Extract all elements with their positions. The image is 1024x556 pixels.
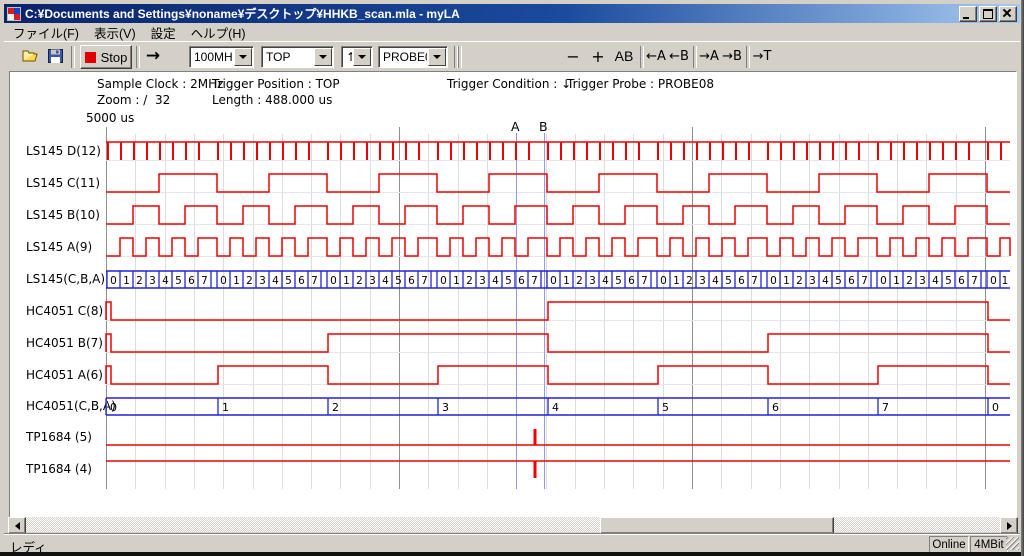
channel-label-8: HC4051(C,B,A): [26, 399, 116, 413]
menu-bar: ファイル(F) 表示(V) 設定 ヘルプ(H): [4, 23, 1024, 41]
channel-label-9: TP1684 (5): [26, 430, 92, 444]
trigger-probe-value: PROBE00: [379, 50, 427, 64]
cursor-a-label[interactable]: A: [511, 119, 520, 134]
channel-label-6: HC4051 B(7): [26, 336, 103, 350]
minimize-icon: [963, 17, 969, 19]
title-bar: C:¥Documents and Settings¥noname¥デスクトップ¥…: [4, 4, 1020, 23]
trigger-probe-combo[interactable]: PROBE00: [378, 46, 448, 68]
trigger-edge-value: ↑: [342, 50, 352, 64]
scroll-left-button[interactable]: [8, 517, 26, 534]
toolbar-separator: [71, 46, 75, 68]
window-bottom-edge: [0, 552, 1024, 556]
chevron-down-icon[interactable]: [314, 48, 332, 66]
open-file-button[interactable]: [18, 45, 42, 67]
save-button[interactable]: [43, 45, 67, 67]
channel-label-7: HC4051 A(6): [26, 368, 103, 382]
status-bar: レディ Online 4MBit: [4, 533, 1020, 553]
maximize-icon: [983, 9, 993, 19]
maximize-button[interactable]: [979, 6, 997, 22]
run-arrow-icon: →: [146, 46, 160, 66]
channel-label-5: HC4051 C(8): [26, 304, 103, 318]
zoom-info: Zoom : / 32: [97, 93, 170, 107]
cursor-b-label[interactable]: B: [539, 119, 548, 134]
zoom-in-button[interactable]: +: [587, 45, 609, 67]
window-title: C:¥Documents and Settings¥noname¥デスクトップ¥…: [25, 5, 460, 22]
set-cursor-b-button[interactable]: →B: [720, 45, 744, 67]
open-folder-icon: [22, 49, 39, 63]
zoom-ab-button[interactable]: AB: [611, 45, 637, 67]
online-status-badge: Online: [929, 536, 969, 553]
toolbar: Stop → 100MHz TOP ↑ PROBE00 − + AB ←A: [4, 41, 1020, 71]
triangle-left-icon: [15, 522, 20, 530]
stop-icon: [85, 52, 96, 63]
goto-cursor-a-button[interactable]: ←A: [644, 45, 668, 67]
time-scale-label: 5000 us: [86, 111, 134, 125]
channel-label-1: LS145 C(11): [26, 176, 100, 190]
trigger-probe-info: Trigger Probe : PROBE08: [567, 77, 714, 91]
set-cursor-a-button[interactable]: →A: [697, 45, 721, 67]
app-window: C:¥Documents and Settings¥noname¥デスクトップ¥…: [0, 0, 1024, 556]
channel-label-2: LS145 B(10): [26, 208, 100, 222]
stop-button[interactable]: Stop: [80, 45, 132, 69]
zoom-out-button[interactable]: −: [562, 45, 584, 67]
scrollbar-thumb[interactable]: [600, 517, 834, 534]
memory-status-badge: 4MBit: [970, 536, 1008, 553]
menu-file[interactable]: ファイル(F): [13, 23, 79, 42]
channel-label-3: LS145 A(9): [26, 240, 92, 254]
resize-grip[interactable]: [1006, 537, 1019, 550]
channel-label-10: TP1684 (4): [26, 462, 92, 476]
floppy-disk-icon: [48, 49, 63, 63]
run-button[interactable]: →: [140, 45, 166, 67]
goto-trigger-button[interactable]: →T: [750, 45, 774, 67]
scroll-right-button[interactable]: [1000, 517, 1018, 534]
toolbar-separator: [458, 46, 462, 68]
chevron-down-icon[interactable]: [428, 48, 446, 66]
trigger-condition-info: Trigger Condition : ↓: [447, 77, 571, 91]
triangle-right-icon: [1007, 522, 1012, 530]
trigger-position-value: TOP: [262, 50, 313, 64]
trigger-position-combo[interactable]: TOP: [261, 46, 334, 68]
channel-label-0: LS145 D(12): [26, 144, 101, 158]
menu-help[interactable]: ヘルプ(H): [191, 23, 246, 42]
sample-clock-info: Sample Clock : 2MHz: [97, 77, 223, 91]
chevron-down-icon[interactable]: [353, 48, 371, 66]
sample-clock-combo[interactable]: 100MHz: [189, 46, 254, 68]
channel-label-4: LS145(C,B,A): [26, 272, 105, 286]
trigger-edge-combo[interactable]: ↑: [341, 46, 373, 68]
menu-settings[interactable]: 設定: [151, 23, 176, 42]
menu-view[interactable]: 表示(V): [94, 23, 136, 42]
length-info: Length : 488.000 us: [212, 93, 332, 107]
app-icon: [7, 7, 21, 21]
close-button[interactable]: [999, 6, 1017, 22]
waveform-panel: [9, 71, 1017, 519]
trigger-position-info: Trigger Position : TOP: [212, 77, 340, 91]
sample-clock-value: 100MHz: [190, 50, 233, 64]
minimize-button[interactable]: [959, 6, 977, 22]
chevron-down-icon[interactable]: [234, 48, 252, 66]
goto-cursor-b-button[interactable]: ←B: [667, 45, 691, 67]
horizontal-scrollbar[interactable]: [8, 517, 1016, 532]
